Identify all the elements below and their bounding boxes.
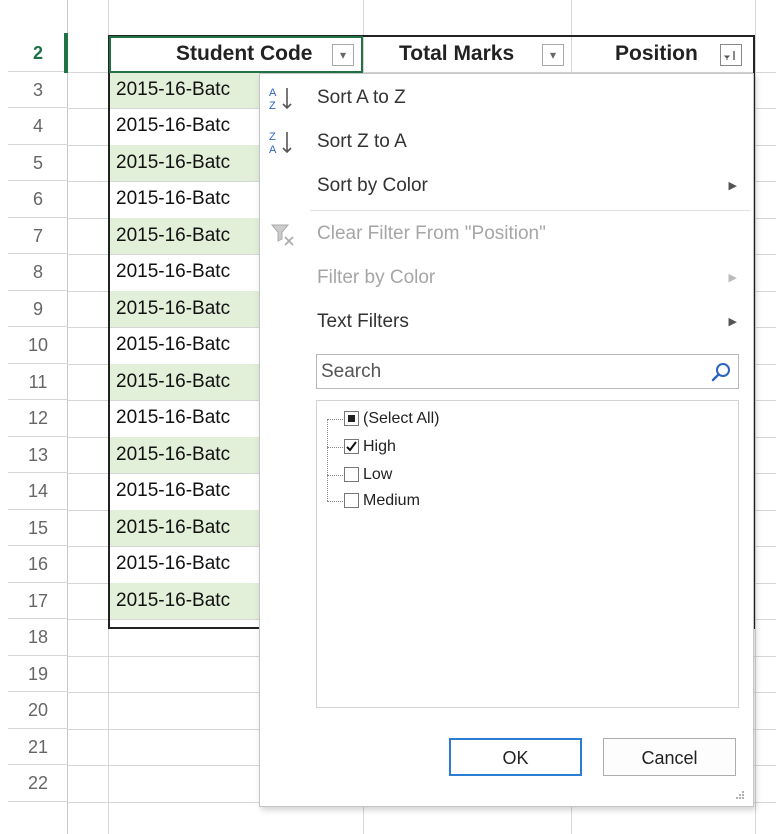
filter-by-color-item[interactable]: Filter by Color ▶	[260, 258, 753, 298]
svg-text:Z: Z	[269, 131, 276, 143]
student-code-cell[interactable]: 2015-16-Batc	[110, 509, 260, 546]
row-number[interactable]: 7	[8, 218, 68, 254]
row-number[interactable]: 11	[8, 364, 68, 400]
row-number[interactable]: 14	[8, 473, 68, 510]
row-number[interactable]: 8	[8, 254, 68, 291]
clear-filter-icon	[270, 224, 294, 246]
student-code-cell[interactable]: 2015-16-Batc	[110, 327, 260, 364]
student-code-cell[interactable]: 2015-16-Batc	[110, 144, 260, 181]
row-number[interactable]: 4	[8, 108, 68, 145]
row-number[interactable]: 16	[8, 546, 68, 583]
student-code-cell[interactable]: 2015-16-Batc	[110, 400, 260, 437]
tree-connector	[327, 419, 343, 420]
submenu-arrow-icon: ▶	[728, 180, 737, 192]
student-code-cell[interactable]: 2015-16-Batc	[110, 582, 260, 619]
menu-separator	[310, 210, 750, 211]
filter-values-list[interactable]: (Select All) High Low Medium	[316, 400, 739, 708]
tree-connector	[327, 475, 343, 476]
sort-z-to-a-item[interactable]: Z A Sort Z to A	[260, 122, 753, 162]
student-code-cell[interactable]: 2015-16-Batc	[110, 108, 260, 145]
grid-line	[108, 0, 109, 834]
student-code-filter-button[interactable]: ▾	[332, 44, 354, 66]
tree-connector	[327, 501, 343, 502]
header-total-marks[interactable]: Total Marks	[399, 35, 514, 73]
sort-ascending-icon: A Z	[269, 87, 292, 112]
student-code-cell[interactable]: 2015-16-Batc	[110, 363, 260, 400]
student-code-cell[interactable]: 2015-16-Batc	[110, 546, 260, 583]
ok-button[interactable]: OK	[449, 738, 582, 776]
sort-a-to-z-label: Sort A to Z	[317, 87, 406, 108]
submenu-arrow-icon: ▶	[728, 272, 737, 284]
row-number[interactable]: 22	[8, 765, 68, 802]
checkmark-icon	[346, 441, 357, 452]
medium-checkbox[interactable]	[344, 493, 359, 508]
sort-a-to-z-item[interactable]: A Z Sort A to Z	[260, 78, 753, 118]
grid-line	[755, 0, 756, 834]
student-code-cell[interactable]: 2015-16-Batc	[110, 436, 260, 473]
student-code-cell[interactable]: 2015-16-Batc	[110, 181, 260, 218]
row-number[interactable]: 15	[8, 510, 68, 546]
row-number[interactable]: 19	[8, 656, 68, 692]
row-number[interactable]: 9	[8, 291, 68, 327]
high-checkbox[interactable]	[344, 439, 359, 454]
row-number[interactable]: 20	[8, 692, 68, 729]
student-code-cell[interactable]: 2015-16-Batc	[110, 473, 260, 510]
row-number[interactable]: 3	[8, 72, 68, 108]
row-number[interactable]: 10	[8, 327, 68, 364]
high-label: High	[363, 438, 396, 455]
svg-text:A: A	[269, 87, 277, 99]
select-all-label: (Select All)	[363, 410, 440, 427]
position-filter-button[interactable]	[720, 44, 742, 66]
total-marks-filter-button[interactable]: ▾	[542, 44, 564, 66]
row-number[interactable]: 18	[8, 619, 68, 656]
svg-text:A: A	[269, 144, 277, 156]
row-number[interactable]: 5	[8, 145, 68, 181]
select-all-checkbox[interactable]	[344, 411, 359, 426]
resize-grip-icon[interactable]	[735, 790, 745, 800]
text-filters-item[interactable]: Text Filters ▶	[260, 302, 753, 342]
sort-by-color-item[interactable]: Sort by Color ▶	[260, 166, 753, 206]
autofilter-dropdown[interactable]: A Z Sort A to Z Z A Sort Z to A Sort by …	[259, 73, 754, 807]
filter-funnel-icon	[723, 51, 735, 60]
cancel-button[interactable]: Cancel	[603, 738, 736, 776]
row-number[interactable]: 6	[8, 181, 68, 218]
header-position[interactable]: Position	[615, 35, 698, 73]
search-box[interactable]	[316, 354, 739, 389]
sort-z-to-a-label: Sort Z to A	[317, 131, 407, 152]
low-label: Low	[363, 466, 393, 483]
active-row-indicator	[64, 33, 68, 73]
clear-filter-label: Clear Filter From "Position"	[317, 223, 546, 244]
tree-connector	[327, 419, 328, 501]
filter-by-color-label: Filter by Color	[317, 267, 436, 288]
row-number[interactable]: 2	[8, 35, 68, 72]
row-number[interactable]: 21	[8, 729, 68, 765]
search-input[interactable]	[319, 357, 703, 386]
row-number[interactable]: 12	[8, 400, 68, 437]
header-student-code[interactable]: Student Code	[176, 35, 313, 73]
svg-text:Z: Z	[269, 100, 276, 112]
student-code-cell[interactable]: 2015-16-Batc	[110, 217, 260, 254]
submenu-arrow-icon: ▶	[728, 316, 737, 328]
tree-connector	[327, 447, 343, 448]
low-checkbox[interactable]	[344, 467, 359, 482]
row-number[interactable]: 13	[8, 437, 68, 473]
student-code-cell[interactable]: 2015-16-Batc	[110, 71, 260, 108]
clear-filter-item[interactable]: Clear Filter From "Position"	[260, 214, 753, 254]
sort-by-color-label: Sort by Color	[317, 175, 428, 196]
text-filters-label: Text Filters	[317, 311, 409, 332]
student-code-cell[interactable]: 2015-16-Batc	[110, 254, 260, 291]
sort-descending-icon: Z A	[269, 131, 292, 156]
medium-label: Medium	[363, 492, 420, 509]
student-code-cell[interactable]: 2015-16-Batc	[110, 290, 260, 327]
search-icon[interactable]	[710, 361, 732, 383]
row-number[interactable]: 17	[8, 583, 68, 619]
